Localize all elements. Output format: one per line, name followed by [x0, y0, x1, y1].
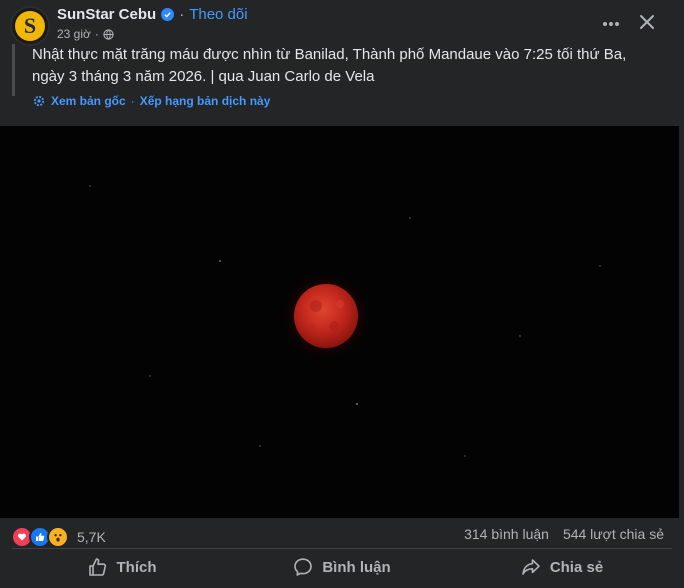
share-count[interactable]: 544 lượt chia sẻ — [563, 526, 664, 542]
translate-gear-icon — [33, 95, 45, 107]
post-caption: Nhật thực mặt trăng máu được nhìn từ Ban… — [32, 46, 627, 85]
reaction-count[interactable]: 5,7K — [77, 529, 106, 545]
separator-dot: · — [179, 6, 185, 23]
comment-label: Bình luận — [322, 558, 391, 576]
reaction-summary[interactable]: 5,7K — [11, 526, 106, 548]
translation-separator: · — [130, 94, 135, 108]
post-photo[interactable] — [0, 126, 684, 518]
translation-row: Xem bản gốc · Xếp hạng bản dịch này — [33, 94, 270, 108]
verified-icon — [161, 8, 175, 21]
engagement-counts: 314 bình luận 544 lượt chia sẻ — [464, 526, 664, 542]
page-avatar[interactable]: S — [10, 6, 50, 46]
caption-block: Nhật thực mặt trăng máu được nhìn từ Ban… — [12, 44, 662, 96]
more-options-button[interactable] — [597, 10, 625, 38]
globe-icon — [103, 28, 114, 40]
blood-moon — [294, 284, 358, 348]
name-row: SunStar Cebu · Theo dõi — [57, 6, 248, 23]
post-time[interactable]: 23 giờ — [57, 27, 91, 41]
wow-icon — [47, 526, 69, 548]
facebook-post: S SunStar Cebu · Theo dõi 23 giờ · Nhật … — [0, 0, 684, 588]
more-dots-icon — [603, 22, 619, 26]
follow-link[interactable]: Theo dõi — [189, 6, 247, 23]
scrollbar-track[interactable] — [679, 126, 684, 518]
share-arrow-icon — [522, 559, 540, 575]
post-stats: 5,7K 314 bình luận 544 lượt chia sẻ — [0, 518, 684, 552]
post-meta: 23 giờ · — [57, 27, 114, 41]
share-label: Chia sẻ — [549, 558, 604, 576]
comment-button[interactable]: Bình luận — [232, 550, 452, 584]
post-header: S SunStar Cebu · Theo dõi 23 giờ · Nhật … — [0, 0, 684, 126]
page-name[interactable]: SunStar Cebu — [57, 6, 156, 23]
actions-divider — [12, 548, 672, 549]
like-button[interactable]: Thích — [12, 550, 232, 584]
meta-separator: · — [94, 27, 99, 41]
share-button[interactable]: Chia sẻ — [452, 550, 672, 584]
like-label: Thích — [116, 558, 157, 576]
thumbs-up-icon — [88, 558, 106, 576]
action-bar: Thích Bình luận Chia sẻ — [0, 550, 684, 584]
avatar-logo: S — [15, 11, 45, 41]
close-icon — [640, 15, 654, 29]
see-original-link[interactable]: Xem bản gốc — [51, 94, 126, 108]
close-button[interactable] — [633, 8, 661, 36]
comment-bubble-icon — [294, 558, 313, 576]
comment-count[interactable]: 314 bình luận — [464, 526, 549, 542]
rate-translation-link[interactable]: Xếp hạng bản dịch này — [140, 94, 271, 108]
blood-moon-image — [0, 126, 684, 518]
